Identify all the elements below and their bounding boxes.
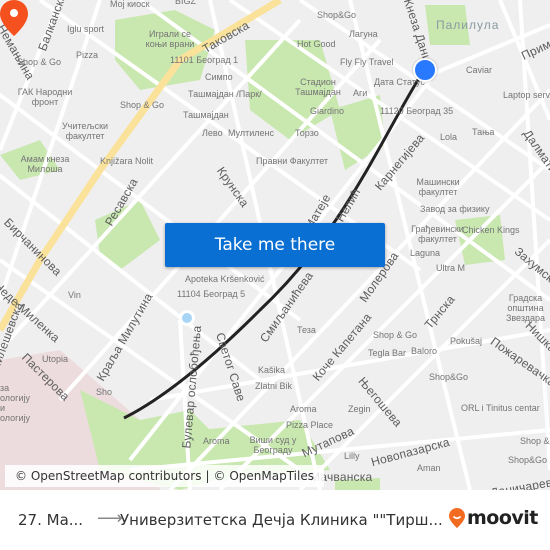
poi-label: Utopia (42, 354, 69, 364)
poi-label: Теза (297, 325, 316, 335)
poi-label: Стадион Ташмајдан (295, 77, 341, 97)
poi-label: Caviar (466, 65, 493, 75)
destination-name: Универзитетска Дечја Клиника ""Тирш... (120, 511, 443, 529)
poi-label: Аги (353, 88, 368, 98)
district-label: Палилула (436, 18, 500, 32)
poi-label: Giardino (310, 106, 345, 116)
poi-label: Sho (96, 387, 113, 397)
poi-label: Aman (417, 463, 441, 473)
moovit-pin-icon (449, 508, 465, 528)
poi-label: Мултиленс (228, 128, 275, 138)
poi-label: Ташмајдан (183, 110, 229, 120)
poi-label: 11101 Београд 1 (170, 55, 239, 65)
poi-label: Играли се коњи врани (145, 29, 195, 49)
poi-label: Pokušaj (450, 336, 483, 346)
poi-label: 11104 Београд 5 (177, 289, 246, 299)
poi-label: Лагуна (349, 29, 378, 39)
attribution-separator: | (205, 469, 210, 483)
poi-label: Грађевински факултет (411, 224, 464, 244)
poi-label: Торзо (295, 128, 319, 138)
poi-label: Pizza (76, 50, 99, 60)
poi-label: за ологију и ологију (0, 383, 30, 423)
destination-pin-icon[interactable] (0, 0, 28, 36)
omt-attribution-link[interactable]: © OpenMapTiles (214, 469, 314, 483)
poi-label: Ташмајдан /Парк/ (188, 89, 262, 99)
poi-label: Apoteka Kršenković (185, 274, 265, 284)
poi-label: Тања (472, 127, 495, 137)
poi-label: Shop & Go (120, 100, 165, 110)
poi-label: Shop&Go (317, 10, 357, 20)
poi-label: Shop & Go (17, 57, 62, 67)
take-me-there-button[interactable]: Take me there (165, 223, 385, 267)
poi-label: Aroma (290, 404, 317, 414)
route-footer: 27. Ма... ⟶ Универзитетска Дечја Клиника… (0, 490, 550, 550)
poi-label: Shop&Go (429, 372, 469, 382)
osm-attribution-link[interactable]: © OpenStreetMap contributors (15, 469, 201, 483)
poi-label: 11120 Београд 35 (380, 106, 454, 116)
poi-label: Shop&Go (508, 455, 548, 465)
poi-label: Градска општина Звездара (505, 293, 546, 323)
poi-label: Fly Fly Travel (340, 57, 394, 67)
poi-label: Правни Факултет (256, 156, 329, 166)
moovit-logo[interactable]: moovit (449, 507, 538, 529)
poi-label: ORL i Tinitus centar (461, 403, 540, 413)
arrow-right-icon: ⟶ (97, 508, 123, 529)
poi-label: Laguna (410, 248, 441, 258)
poi-label: ГАК Народни фронт (17, 87, 73, 107)
poi-label: Симпо (205, 72, 233, 82)
origin-stop-name: 27. Ма... (18, 511, 84, 529)
brand-name: moovit (467, 507, 538, 529)
origin-marker[interactable] (413, 58, 437, 82)
poi-label: Hot Good (297, 39, 336, 49)
poi-label: Chicken Kings (462, 225, 520, 235)
poi-label: Zlatni Bik (255, 381, 293, 391)
poi-label: Лево (202, 128, 223, 138)
map-attribution: © OpenStreetMap contributors | © OpenMap… (5, 465, 324, 487)
poi-label: Виши суд у Београду (249, 435, 297, 455)
poi-label: Aroma (203, 436, 230, 446)
poi-label: BIGZ (175, 0, 197, 6)
poi-label: Laptop servis (503, 90, 550, 100)
poi-label: Shop & Go (520, 436, 550, 446)
poi-label: Ultra M (436, 263, 465, 273)
poi-label: Машински факултет (416, 177, 460, 197)
poi-label: Lilly (344, 451, 360, 461)
poi-label: Амам кнеза Милоша (20, 154, 70, 174)
poi-label: Baloro (411, 346, 438, 356)
poi-label: Zegin (348, 404, 371, 414)
poi-label: Shop & Go (373, 330, 418, 340)
poi-label: Lola (440, 132, 458, 142)
map[interactable]: Палилула Таковска Балканска Кнеза Данила… (0, 0, 550, 490)
poi-label: Knjižara Nolit (100, 156, 154, 166)
poi-label: Tegla Bar (368, 348, 407, 358)
poi-label: Завод за физику (420, 204, 490, 214)
poi-label: Мој киоск (110, 0, 150, 9)
fountain (182, 313, 192, 323)
poi-label: Pizza Place (286, 420, 334, 430)
poi-label: Iglu sport (67, 24, 105, 34)
poi-label: Kašika (258, 365, 286, 375)
poi-label: Учитељски факултет (61, 121, 109, 141)
poi-label: Vin (68, 290, 81, 300)
